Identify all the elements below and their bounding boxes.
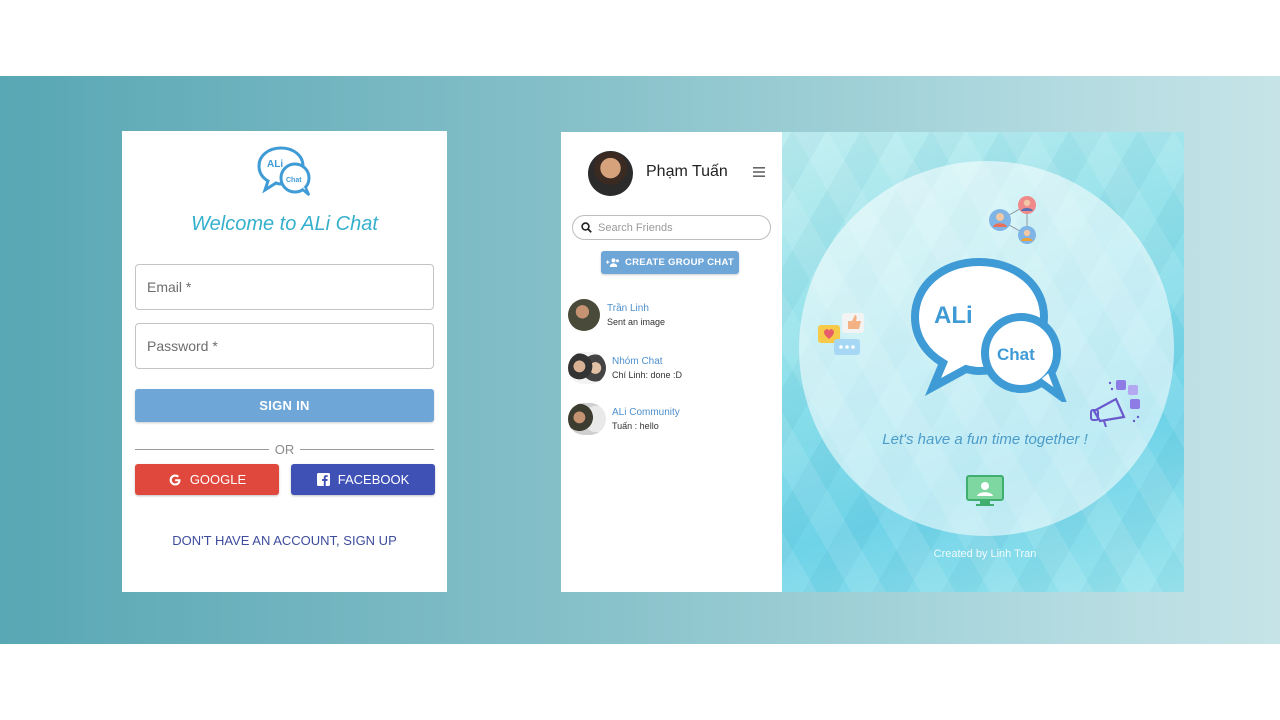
chat-app-window: Phạm Tuấn Search Friends CREATE GROUP CH… [561, 132, 1184, 592]
svg-text:ALi: ALi [267, 159, 283, 170]
reactions-icon [818, 313, 864, 355]
contact-name: Trần Linh [607, 303, 649, 314]
google-login-button[interactable]: GOOGLE [135, 464, 279, 495]
group-avatar [568, 352, 606, 384]
monitor-user-icon [966, 475, 1004, 506]
last-message: Chí Linh: done :D [612, 370, 683, 380]
or-divider: OR [135, 441, 434, 457]
sign-up-link[interactable]: DON'T HAVE AN ACCOUNT, SIGN UP [122, 533, 447, 548]
contact-avatar [568, 299, 600, 331]
google-icon [169, 474, 181, 485]
conversation-item[interactable]: ALi Community Tuấn : hello [568, 403, 778, 437]
svg-text:Chat: Chat [997, 345, 1035, 364]
credit-text: Created by Linh Tran [933, 548, 1037, 560]
search-icon [581, 222, 592, 233]
facebook-label: FACEBOOK [337, 472, 410, 487]
search-friends-input[interactable]: Search Friends [572, 215, 771, 240]
contact-name: ALi Community [612, 407, 680, 418]
divider-line [135, 448, 269, 450]
create-group-label: CREATE GROUP CHAT [624, 257, 735, 268]
facebook-icon [316, 473, 330, 486]
google-label: GOOGLE [189, 472, 247, 487]
divider-line [300, 448, 434, 450]
megaphone-icon [1090, 380, 1140, 427]
menu-icon[interactable] [753, 167, 765, 177]
facebook-login-button[interactable]: FACEBOOK [291, 464, 435, 495]
hero-tagline: Let's have a fun time together ! [882, 431, 1088, 448]
welcome-hero-panel: ALi Chat Let's have a fun time together … [782, 132, 1184, 592]
or-label: OR [274, 441, 295, 457]
login-card: ALi Chat Welcome to ALi Chat Email * Pas… [122, 131, 447, 592]
last-message: Tuấn : hello [612, 421, 659, 431]
sign-in-button[interactable]: SIGN IN [135, 389, 434, 422]
email-field[interactable]: Email * [135, 264, 434, 310]
ali-chat-logo: ALi Chat [257, 146, 311, 196]
password-field[interactable]: Password * [135, 323, 434, 369]
group-add-icon [605, 258, 619, 267]
group-avatar [568, 403, 606, 435]
search-placeholder: Search Friends [598, 221, 673, 234]
svg-text:Chat: Chat [286, 177, 302, 184]
people-network-icon [989, 196, 1036, 244]
email-label: Email * [147, 279, 192, 295]
ali-chat-large-logo: ALi Chat [910, 257, 1067, 402]
conversation-item[interactable]: Trần Linh Sent an image [568, 299, 778, 333]
create-group-chat-button[interactable]: CREATE GROUP CHAT [601, 251, 739, 274]
conversation-item[interactable]: Nhóm Chat Chí Linh: done :D [568, 352, 778, 386]
last-message: Sent an image [607, 317, 666, 327]
svg-text:ALi: ALi [934, 302, 973, 329]
contact-name: Nhóm Chat [612, 356, 663, 367]
chat-sidebar: Phạm Tuấn Search Friends CREATE GROUP CH… [561, 132, 782, 592]
user-avatar[interactable] [588, 151, 633, 196]
welcome-title: Welcome to ALi Chat [191, 213, 378, 235]
password-label: Password * [147, 338, 218, 354]
user-name: Phạm Tuấn [646, 163, 728, 180]
